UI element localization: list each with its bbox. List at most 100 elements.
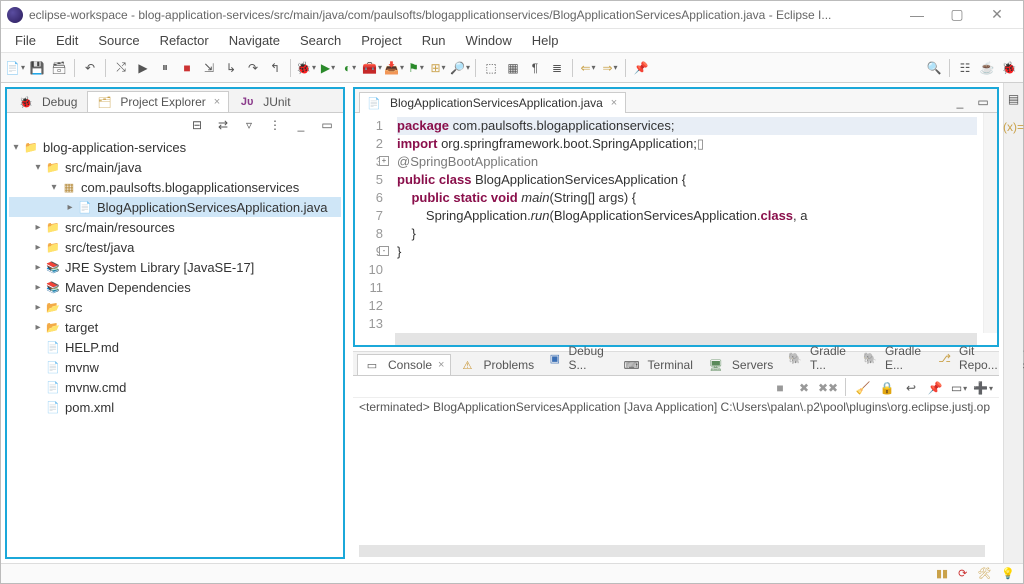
debug-button[interactable]: 🐞 [296, 58, 316, 78]
window-maximize-button[interactable]: ▢ [937, 4, 977, 26]
terminate-console-button[interactable]: ■ [770, 378, 790, 398]
tree-row[interactable]: ▸📚Maven Dependencies [9, 277, 341, 297]
editor-tab-label: BlogApplicationServicesApplication.java [390, 96, 603, 110]
step-into-button[interactable]: ↳ [221, 58, 241, 78]
new-package-button[interactable]: ⊞ [428, 58, 448, 78]
undo-button[interactable]: ↶ [80, 58, 100, 78]
close-icon[interactable]: × [214, 96, 220, 108]
console-output[interactable] [353, 418, 999, 545]
step-over-button[interactable]: ↷ [243, 58, 263, 78]
tab-debug[interactable]: 🐞 Debug [9, 91, 86, 112]
close-icon[interactable]: × [611, 97, 617, 109]
tab-servers[interactable]: 🖥Servers [701, 354, 780, 375]
run-button[interactable]: ▶ [318, 58, 338, 78]
coverage-button[interactable]: ◐ [340, 58, 360, 78]
search-toolbar-button[interactable]: 🔍 [924, 58, 944, 78]
open-console-button[interactable]: ➕ [973, 378, 993, 398]
pin-editor-button[interactable]: 📌 [631, 58, 651, 78]
debug-perspective-button[interactable]: 🐞 [999, 58, 1019, 78]
resume-button[interactable]: ▶ [133, 58, 153, 78]
new-button[interactable]: 📄 [5, 58, 25, 78]
editor-minimize-button[interactable]: _ [950, 92, 970, 112]
pin-console-button[interactable]: 📌 [925, 378, 945, 398]
toggle-mark-button[interactable]: ⬚ [481, 58, 501, 78]
menu-refactor[interactable]: Refactor [150, 30, 219, 51]
open-perspective-button[interactable]: ☷ [955, 58, 975, 78]
editor-maximize-button[interactable]: ▭ [973, 92, 993, 112]
tree-row[interactable]: ▸📂src [9, 297, 341, 317]
remove-all-button[interactable]: ✖✖ [818, 378, 838, 398]
outline-trim-icon[interactable]: ▤ [1004, 89, 1024, 109]
menu-search[interactable]: Search [290, 30, 351, 51]
scroll-lock-button[interactable]: 🔒 [877, 378, 897, 398]
tree-row[interactable]: 📄HELP.md [9, 337, 341, 357]
overview-ruler[interactable] [983, 113, 997, 333]
toggle-block-button[interactable]: ▦ [503, 58, 523, 78]
filter-button[interactable]: ▿ [239, 115, 259, 135]
editor-tab[interactable]: 📄 BlogApplicationServicesApplication.jav… [359, 92, 626, 113]
window-minimize-button[interactable]: — [897, 4, 937, 26]
close-icon[interactable]: × [438, 359, 444, 371]
code-content[interactable]: package com.paulsofts.blogapplicationser… [391, 113, 983, 333]
tab-gradle-exec[interactable]: 🐘Gradle E... [856, 340, 930, 375]
code-editor[interactable]: 123+56789-1011121314 package com.paulsof… [355, 113, 997, 333]
tree-row[interactable]: ▸📚JRE System Library [JavaSE-17] [9, 257, 341, 277]
library-icon: 📚 [45, 260, 61, 274]
terminate-button[interactable]: ■ [177, 58, 197, 78]
menu-navigate[interactable]: Navigate [219, 30, 290, 51]
tree-row[interactable]: 📄pom.xml [9, 397, 341, 417]
project-tree[interactable]: ▾📁blog-application-services▾📁src/main/ja… [7, 133, 343, 557]
window-close-button[interactable]: ✕ [977, 4, 1017, 26]
tree-row[interactable]: 📄mvnw.cmd [9, 377, 341, 397]
back-button[interactable]: ⇐ [578, 58, 598, 78]
tree-project-root[interactable]: ▾📁blog-application-services [9, 137, 341, 157]
tree-row[interactable]: ▸📂target [9, 317, 341, 337]
run-last-tool-button[interactable]: 🧰 [362, 58, 382, 78]
tab-project-explorer[interactable]: 🗂 Project Explorer × [87, 91, 229, 112]
tab-console[interactable]: ▭Console× [357, 354, 451, 375]
save-button[interactable]: 💾 [27, 58, 47, 78]
suspend-button[interactable]: ⏸ [155, 58, 175, 78]
view-menu-button[interactable]: ⋮ [265, 115, 285, 135]
link-editor-button[interactable]: ⇄ [213, 115, 233, 135]
minimize-view-button[interactable]: _ [291, 115, 311, 135]
menu-source[interactable]: Source [88, 30, 149, 51]
import-button[interactable]: 📥 [384, 58, 404, 78]
tree-row[interactable]: ▾📁src/main/java [9, 157, 341, 177]
save-all-button[interactable]: 🗃 [49, 58, 69, 78]
menu-edit[interactable]: Edit [46, 30, 88, 51]
maximize-view-button[interactable]: ▭ [317, 115, 337, 135]
tree-row[interactable]: ▸📁src/test/java [9, 237, 341, 257]
show-whitespace-button[interactable]: ¶ [525, 58, 545, 78]
tree-row[interactable]: 📄mvnw [9, 357, 341, 377]
tree-row[interactable]: ▸📁src/main/resources [9, 217, 341, 237]
menu-file[interactable]: File [5, 30, 46, 51]
tab-git-repos[interactable]: ⎇Git Repo... [931, 340, 1008, 375]
tab-junit[interactable]: Jᴜ JUnit [230, 91, 299, 112]
tab-terminal[interactable]: ⌨Terminal [617, 354, 700, 375]
menu-help[interactable]: Help [522, 30, 569, 51]
toggle-wrap-button[interactable]: ≣ [547, 58, 567, 78]
clear-console-button[interactable]: 🧹 [853, 378, 873, 398]
menu-run[interactable]: Run [412, 30, 456, 51]
menu-project[interactable]: Project [351, 30, 411, 51]
open-type-button[interactable]: 🔎 [450, 58, 470, 78]
skip-breakpoints-button[interactable]: ⤭ [111, 58, 131, 78]
forward-button[interactable]: ⇒ [600, 58, 620, 78]
new-java-button[interactable]: ⚑ [406, 58, 426, 78]
disconnect-button[interactable]: ⇲ [199, 58, 219, 78]
remove-launch-button[interactable]: ✖ [794, 378, 814, 398]
tree-row[interactable]: ▸📄BlogApplicationServicesApplication.jav… [9, 197, 341, 217]
java-perspective-button[interactable]: ☕ [977, 58, 997, 78]
task-list-trim-icon[interactable]: (x)= [1004, 117, 1024, 137]
tab-gradle-tasks[interactable]: 🐘Gradle T... [781, 340, 855, 375]
word-wrap-button[interactable]: ↩ [901, 378, 921, 398]
console-horizontal-scrollbar[interactable] [359, 545, 985, 557]
tree-row[interactable]: ▾▦com.paulsofts.blogapplicationservices [9, 177, 341, 197]
display-console-button[interactable]: ▭ [949, 378, 969, 398]
tab-debug-shell[interactable]: ▣Debug S... [542, 340, 615, 375]
collapse-all-button[interactable]: ⊟ [187, 115, 207, 135]
step-return-button[interactable]: ↰ [265, 58, 285, 78]
menu-window[interactable]: Window [456, 30, 522, 51]
tab-problems[interactable]: ⚠Problems [452, 354, 541, 375]
